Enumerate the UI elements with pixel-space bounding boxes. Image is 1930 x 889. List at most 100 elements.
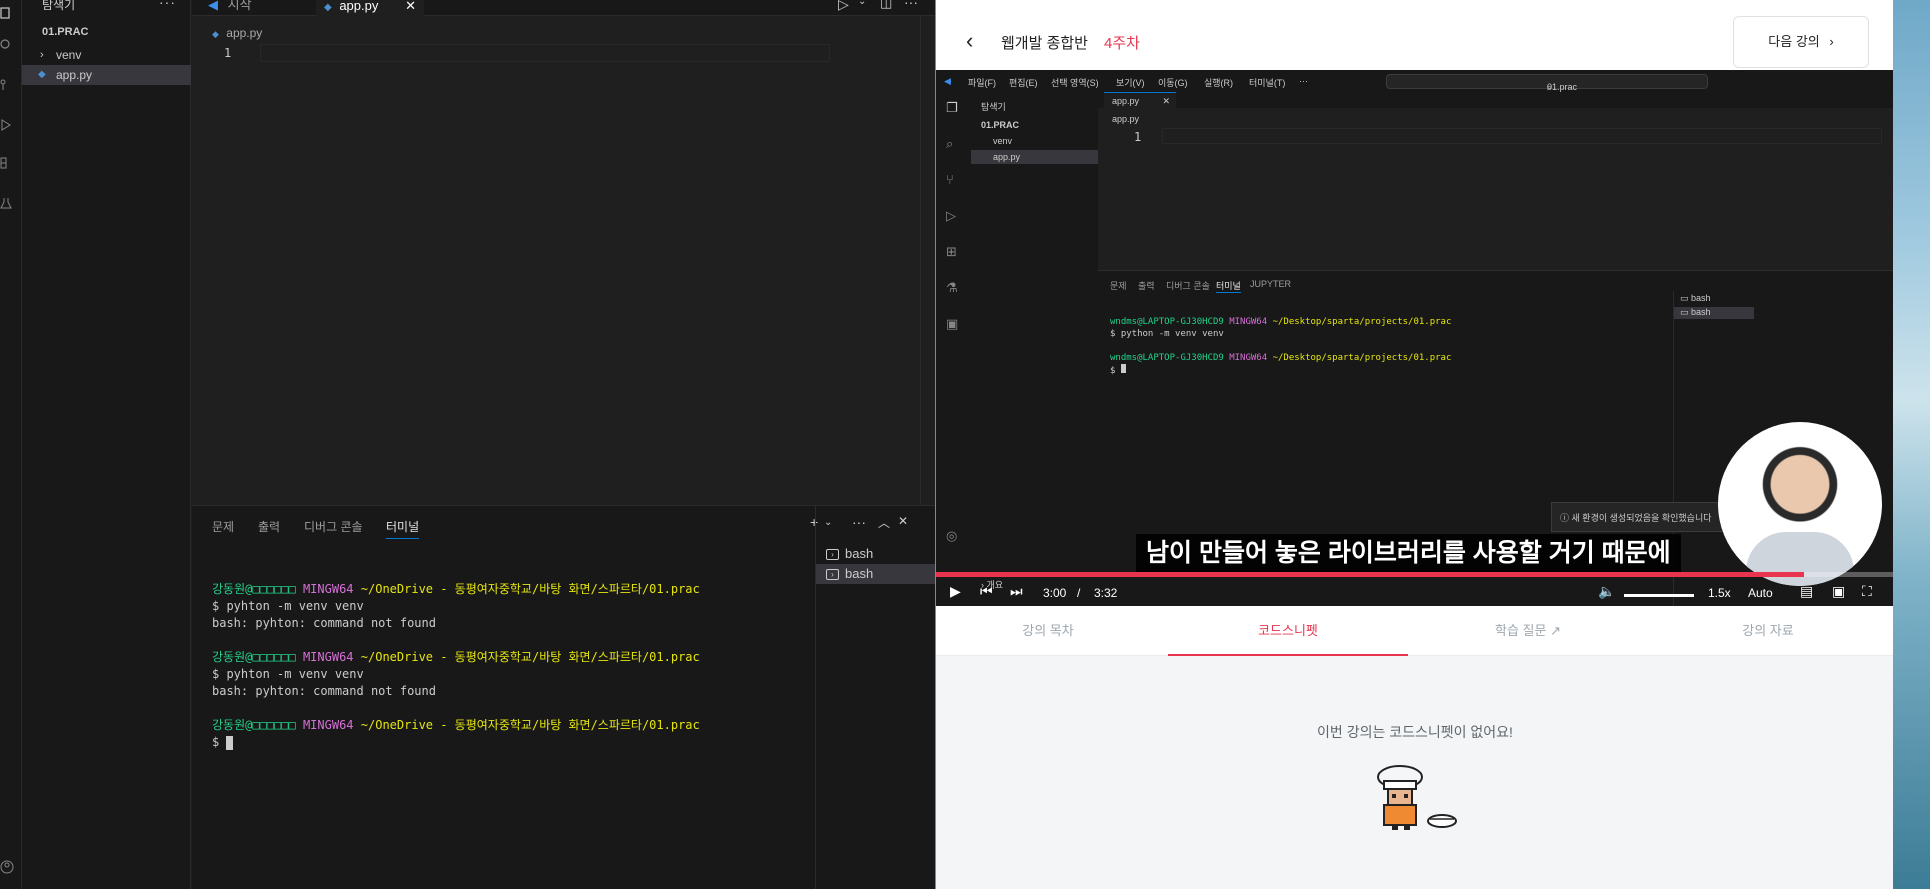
prompt-shell: MINGW64: [302, 718, 354, 732]
current-time: 3:00: [1043, 586, 1067, 600]
terminal-line: bash: pyhton: command not found: [212, 616, 436, 630]
video-terminal-instance-label: bash: [1691, 293, 1711, 303]
course-title: 웹개발 종합반: [1001, 35, 1088, 52]
vscode-logo-icon: ◀: [944, 76, 951, 86]
video-panel-tab: JUPYTER: [1250, 279, 1292, 289]
video-progress-bar[interactable]: [936, 572, 1894, 577]
vscode-window: 탐색기 ··· 01.PRAC › venv ◆ app.py ◀ 시작 ◆ a…: [0, 0, 936, 889]
editor-area: ◀ 시작 ◆ app.py ✕ ▷ ⌄ ◫ ··· ◆ app.py 1: [192, 0, 935, 505]
prompt-host: □□□□□□: [252, 582, 296, 596]
terminal-instance-list: › bash › bash: [815, 506, 936, 889]
breadcrumb[interactable]: ◆ app.py: [212, 26, 262, 40]
captions-icon[interactable]: ▤: [1800, 583, 1813, 600]
lecture-page: ‹ 웹개발 종합반 4주차 다음 강의 › ◀ 파일(F) 편집(E) 선택 영…: [935, 0, 1894, 889]
video-controls: ▶ ⏮ ⏭ 3:00 / 3:32 🔈 1.5x Auto ▤ ▣ ⛶: [936, 580, 1894, 606]
next-lecture-button[interactable]: 다음 강의 ›: [1733, 16, 1869, 68]
video-menu-item: 보기(V): [1116, 78, 1145, 88]
testing-icon[interactable]: [0, 196, 14, 210]
split-editor-icon[interactable]: ◫: [880, 0, 892, 11]
tab-app-py[interactable]: ◆ app.py ✕: [316, 0, 424, 16]
prompt-user: 강동원@: [212, 582, 253, 596]
prompt-shell: MINGW64: [302, 582, 354, 596]
video-menu-item: 편집(E): [1009, 78, 1038, 88]
presenter-cam: [1718, 422, 1882, 586]
fullscreen-icon[interactable]: ⛶: [1862, 583, 1872, 600]
run-icon[interactable]: ▷: [838, 0, 849, 13]
tab-problems[interactable]: 문제: [212, 518, 234, 535]
video-menu-item: 파일(F): [968, 78, 997, 88]
video-player[interactable]: ◀ 파일(F) 편집(E) 선택 영역(S) 보기(V) 이동(G) 실행(R)…: [936, 70, 1894, 606]
search-icon[interactable]: [0, 38, 14, 52]
video-tree-item-selected: app.py: [971, 150, 1098, 164]
video-progress-fill: [936, 572, 1804, 577]
tab-questions[interactable]: 학습 질문 ↗: [1408, 620, 1648, 639]
terminal-icon: ›: [826, 569, 839, 581]
tree-item-venv[interactable]: › venv: [22, 45, 191, 65]
prompt-host: □□□□□□: [252, 718, 296, 732]
duration: 3:32: [1094, 586, 1118, 600]
back-icon[interactable]: ‹: [966, 28, 973, 54]
video-subtitle: 남이 만들어 놓은 라이브러리를 사용할 거기 때문에: [1136, 534, 1681, 572]
video-notification: ⓘ 새 환경이 생성되었음을 확인했습니다: [1551, 502, 1731, 532]
prompt-path: ~/OneDrive - 동평여자중학교/바탕 화면/스파르타/01.prac: [360, 650, 700, 664]
code-editor[interactable]: [260, 44, 830, 62]
speed-button[interactable]: 1.5x: [1708, 586, 1731, 600]
terminal-instance-label: bash: [845, 566, 874, 581]
tab-welcome[interactable]: ◀ 시작: [200, 0, 300, 16]
account-icon[interactable]: [0, 860, 14, 874]
video-menu-item: 이동(G): [1158, 78, 1188, 88]
week-label: 4주차: [1104, 35, 1140, 52]
video-terminal-instance: ▭ bash: [1674, 307, 1754, 319]
explorer-sidebar: 탐색기 ··· 01.PRAC › venv ◆ app.py: [22, 0, 191, 889]
video-activity-bar: ❐ ⌕ ⑂ ▷ ⊞ ⚗ ▣ ◎: [936, 92, 971, 606]
previous-icon[interactable]: ⏮: [980, 583, 993, 600]
chevron-down-icon[interactable]: ⌄: [858, 0, 866, 7]
more-actions-icon[interactable]: ···: [159, 0, 176, 10]
terminal-instance[interactable]: › bash: [816, 544, 936, 564]
prompt-shell: MINGW64: [1229, 353, 1268, 363]
folder-root[interactable]: 01.PRAC: [42, 26, 88, 38]
terminal-instance-label: bash: [845, 546, 874, 561]
terminal-prompt-line: 강동원@□□□□□□ MINGW64 ~/OneDrive - 동평여자중학교/…: [212, 650, 700, 664]
tab-terminal[interactable]: 터미널: [386, 518, 420, 539]
tab-curriculum[interactable]: 강의 목차: [928, 620, 1168, 639]
pip-icon[interactable]: ▣: [1832, 583, 1845, 600]
video-panel-tab: 문제: [1110, 281, 1127, 291]
prompt-user: wndms@LAPTOP-GJ30HCD9: [1110, 317, 1224, 327]
prompt-shell: MINGW64: [1229, 317, 1268, 327]
mascot-illustration: [1377, 765, 1457, 830]
source-control-icon[interactable]: [0, 78, 14, 92]
prompt-host: □□□□□□: [252, 650, 296, 664]
tab-materials[interactable]: 강의 자료: [1648, 620, 1888, 639]
video-terminal-output: wndms@LAPTOP-GJ30HCD9 MINGW64 ~/Desktop/…: [1110, 316, 1451, 377]
prompt-path: ~/Desktop/sparta/projects/01.prac: [1272, 317, 1452, 327]
tab-output[interactable]: 출력: [258, 518, 280, 535]
terminal-output[interactable]: 강동원@□□□□□□ MINGW64 ~/OneDrive - 동평여자중학교/…: [212, 564, 700, 751]
empty-message: 이번 강의는 코드스니펫이 없어요!: [1317, 724, 1513, 740]
python-file-icon: ◆: [38, 69, 46, 80]
account-icon: ◎: [946, 528, 958, 543]
volume-slider[interactable]: [1624, 594, 1694, 597]
volume-icon[interactable]: 🔈: [1598, 583, 1615, 600]
play-icon[interactable]: ▶: [950, 583, 961, 600]
extensions-icon[interactable]: [0, 156, 14, 170]
next-lecture-label: 다음 강의: [1768, 34, 1820, 49]
explorer-icon[interactable]: [0, 6, 14, 20]
terminal-prompt-line: 강동원@□□□□□□ MINGW64 ~/OneDrive - 동평여자중학교/…: [212, 582, 700, 596]
tree-item-app-py[interactable]: ◆ app.py: [22, 65, 191, 85]
tab-code-snippet[interactable]: 코드스니펫: [1168, 620, 1408, 639]
run-debug-icon[interactable]: [0, 118, 14, 132]
terminal-instance[interactable]: › bash: [816, 564, 936, 584]
terminal-cursor: [226, 735, 234, 750]
next-icon[interactable]: ⏭: [1010, 583, 1023, 600]
video-search-box: ⌕ 01.prac: [1386, 74, 1708, 92]
prompt-user: wndms@LAPTOP-GJ30HCD9: [1110, 353, 1224, 363]
close-icon[interactable]: ✕: [405, 0, 416, 17]
scrollbar-track[interactable]: [920, 16, 921, 505]
source-control-icon: ⑂: [946, 172, 954, 187]
tab-label: 시작: [227, 0, 252, 12]
time-separator: /: [1077, 586, 1081, 600]
more-actions-icon[interactable]: ···: [904, 0, 918, 10]
quality-button[interactable]: Auto: [1748, 586, 1773, 600]
tab-debug-console[interactable]: 디버그 콘솔: [304, 518, 363, 535]
